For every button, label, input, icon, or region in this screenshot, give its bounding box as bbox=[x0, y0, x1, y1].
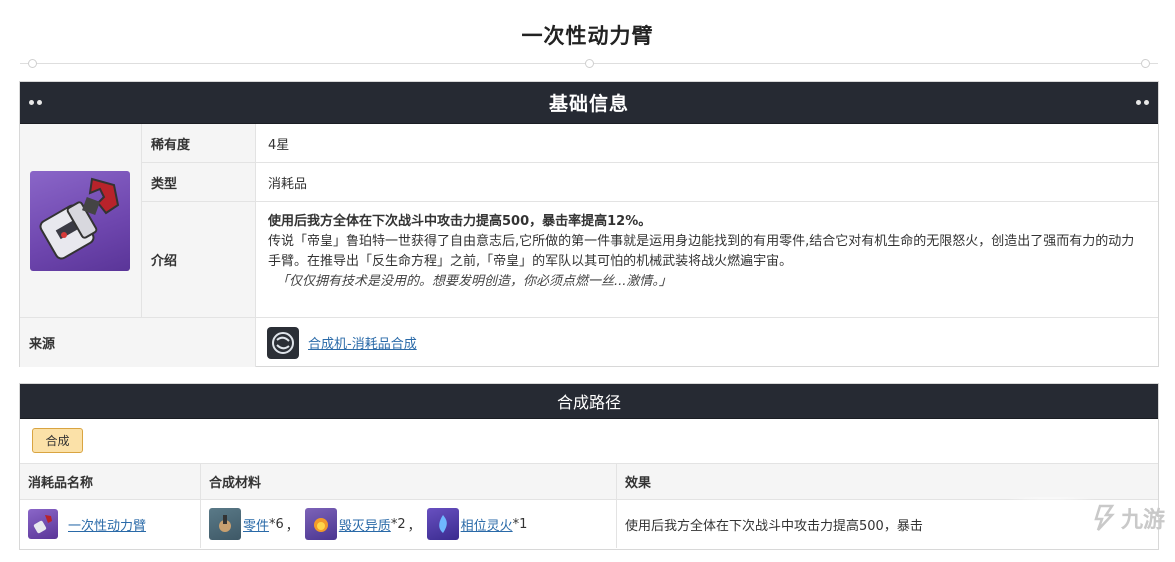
col-materials: 合成材料 bbox=[201, 464, 617, 499]
material-link[interactable]: 毁灭异质 bbox=[339, 515, 391, 534]
power-arm-icon bbox=[30, 171, 130, 271]
intro-effect: 使用后我方全体在下次战斗中攻击力提高500，暴击率提高12%。 bbox=[268, 214, 652, 229]
title-divider bbox=[20, 58, 1158, 68]
synthesis-header: 合成路径 bbox=[20, 384, 1158, 419]
gear-part-icon bbox=[209, 508, 241, 540]
source-row: 来源 合成机-消耗品合成 bbox=[20, 318, 1158, 367]
product-link[interactable]: 一次性动力臂 bbox=[68, 515, 146, 534]
intro-row: 介绍 使用后我方全体在下次战斗中攻击力提高500，暴击率提高12%。 传说「帝皇… bbox=[142, 202, 1158, 318]
header-dots-left bbox=[29, 100, 42, 105]
basic-info-card: 基础信息 稀有度 4星 类型 消耗品 介绍 使用后我方全体在下次战斗中攻击力提高… bbox=[19, 81, 1159, 367]
watermark-text: 九游 bbox=[1120, 508, 1165, 533]
material-link[interactable]: 相位灵火 bbox=[461, 515, 513, 534]
blue-flame-icon bbox=[426, 508, 459, 540]
basic-info-header: 基础信息 bbox=[20, 82, 1158, 124]
type-row: 类型 消耗品 bbox=[142, 163, 1158, 202]
effect-text: 使用后我方全体在下次战斗中攻击力提高500，暴击 bbox=[625, 518, 923, 534]
rarity-row: 稀有度 4星 bbox=[142, 124, 1158, 163]
intro-lore: 传说「帝皇」鲁珀特一世获得了自由意志后,它所做的第一件事就是运用身边能找到的有用… bbox=[268, 234, 1135, 269]
intro-label: 介绍 bbox=[142, 202, 256, 317]
intro-value: 使用后我方全体在下次战斗中攻击力提高500，暴击率提高12%。 传说「帝皇」鲁珀… bbox=[256, 202, 1158, 317]
source-link[interactable]: 合成机-消耗品合成 bbox=[308, 333, 417, 352]
synthesis-tab-bar: 合成 bbox=[20, 419, 1158, 464]
power-arm-icon bbox=[28, 509, 58, 539]
item-image-cell bbox=[20, 124, 142, 318]
watermark: 九游 bbox=[1092, 502, 1165, 534]
material-link[interactable]: 零件 bbox=[243, 515, 269, 534]
synthesis-title: 合成路径 bbox=[556, 393, 621, 412]
header-dots-right bbox=[1136, 100, 1149, 105]
type-label: 类型 bbox=[142, 163, 256, 201]
col-name: 消耗品名称 bbox=[20, 464, 201, 499]
tab-synthesis[interactable]: 合成 bbox=[32, 428, 83, 453]
synthesizer-icon bbox=[267, 326, 299, 359]
table-header: 消耗品名称 合成材料 效果 bbox=[20, 464, 1158, 500]
rarity-label: 稀有度 bbox=[142, 124, 256, 162]
rarity-value: 4星 bbox=[268, 137, 290, 153]
source-label: 来源 bbox=[20, 318, 256, 367]
basic-info-title: 基础信息 bbox=[548, 93, 629, 115]
page-title: 一次性动力臂 bbox=[521, 24, 654, 48]
type-value: 消耗品 bbox=[268, 176, 308, 192]
intro-quote: 「仅仅拥有技术是没用的。想要发明创造，你必须点燃一丝...激情。」 bbox=[276, 274, 672, 289]
col-effect: 效果 bbox=[625, 476, 652, 491]
fire-orb-icon bbox=[304, 508, 337, 540]
